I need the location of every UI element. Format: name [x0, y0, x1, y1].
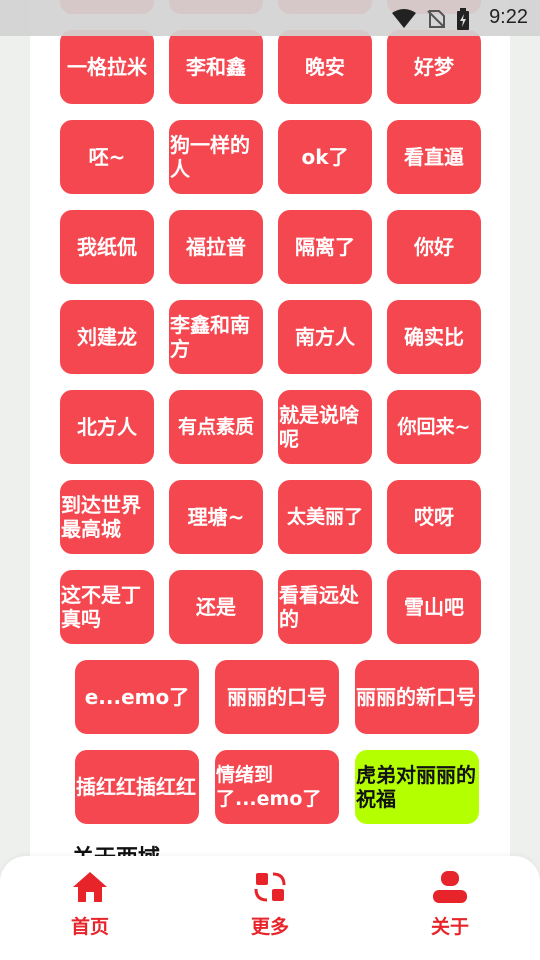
sound-button[interactable]: 哎呀	[387, 480, 481, 554]
sound-button[interactable]: 有点素质	[169, 390, 263, 464]
no-sim-icon	[427, 10, 445, 28]
user-icon	[433, 871, 467, 903]
sound-button[interactable]: 丽丽的新口号	[355, 660, 479, 734]
status-bar: 9:22	[0, 0, 540, 36]
battery-charging-icon	[457, 8, 469, 30]
status-time: 9:22	[489, 6, 528, 28]
sound-button[interactable]: 雪山吧	[387, 570, 481, 644]
sound-button[interactable]: 这不是丁真吗	[60, 570, 154, 644]
sound-button[interactable]: 丽丽的口号	[215, 660, 339, 734]
sound-button[interactable]: 到达世界最高城	[60, 480, 154, 554]
sound-button[interactable]: 李和鑫	[169, 30, 263, 104]
sound-button[interactable]: 看直逼	[387, 120, 481, 194]
sound-button[interactable]: e...emo了	[75, 660, 199, 734]
wifi-icon	[392, 9, 416, 28]
nav-more-label: 更多	[250, 916, 289, 938]
sound-button[interactable]: 刘建龙	[60, 300, 154, 374]
sound-button[interactable]: 就是说啥呢	[278, 390, 372, 464]
sound-button[interactable]: 看看远处的	[278, 570, 372, 644]
sound-button[interactable]: 你好	[387, 210, 481, 284]
nav-about[interactable]: 关于	[390, 870, 510, 950]
sound-button[interactable]: 李鑫和南方	[169, 300, 263, 374]
sound-button-highlighted[interactable]: 虎弟对丽丽的祝福	[355, 750, 479, 824]
sound-button[interactable]: 南方人	[278, 300, 372, 374]
sound-button[interactable]: 我纸侃	[60, 210, 154, 284]
nav-more[interactable]: 更多	[210, 870, 330, 950]
sound-button[interactable]: 理塘~	[169, 480, 263, 554]
sound-button[interactable]: 北方人	[60, 390, 154, 464]
sound-button[interactable]: 还是	[169, 570, 263, 644]
sound-button[interactable]: 确实比	[387, 300, 481, 374]
nav-home-label: 首页	[70, 916, 109, 938]
sound-button[interactable]: 呸~	[60, 120, 154, 194]
sound-button[interactable]: 一格拉米	[60, 30, 154, 104]
sound-button[interactable]: 你回来~	[387, 390, 481, 464]
sound-button[interactable]: 狗一样的人	[169, 120, 263, 194]
refresh-icon	[254, 872, 286, 902]
sound-button[interactable]: 福拉普	[169, 210, 263, 284]
sound-button[interactable]: 好梦	[387, 30, 481, 104]
nav-home[interactable]: 首页	[30, 870, 150, 950]
sound-button[interactable]: 太美丽了	[278, 480, 372, 554]
sound-button[interactable]: 情绪到了...emo了	[215, 750, 339, 824]
home-icon	[73, 872, 107, 902]
sound-button[interactable]: 插红红插红红	[75, 750, 199, 824]
bottom-navigation: 首页 更多 关于	[0, 856, 540, 960]
sound-button[interactable]: 隔离了	[278, 210, 372, 284]
sound-button[interactable]: 晚安	[278, 30, 372, 104]
nav-about-label: 关于	[430, 916, 469, 938]
sound-button[interactable]: ok了	[278, 120, 372, 194]
